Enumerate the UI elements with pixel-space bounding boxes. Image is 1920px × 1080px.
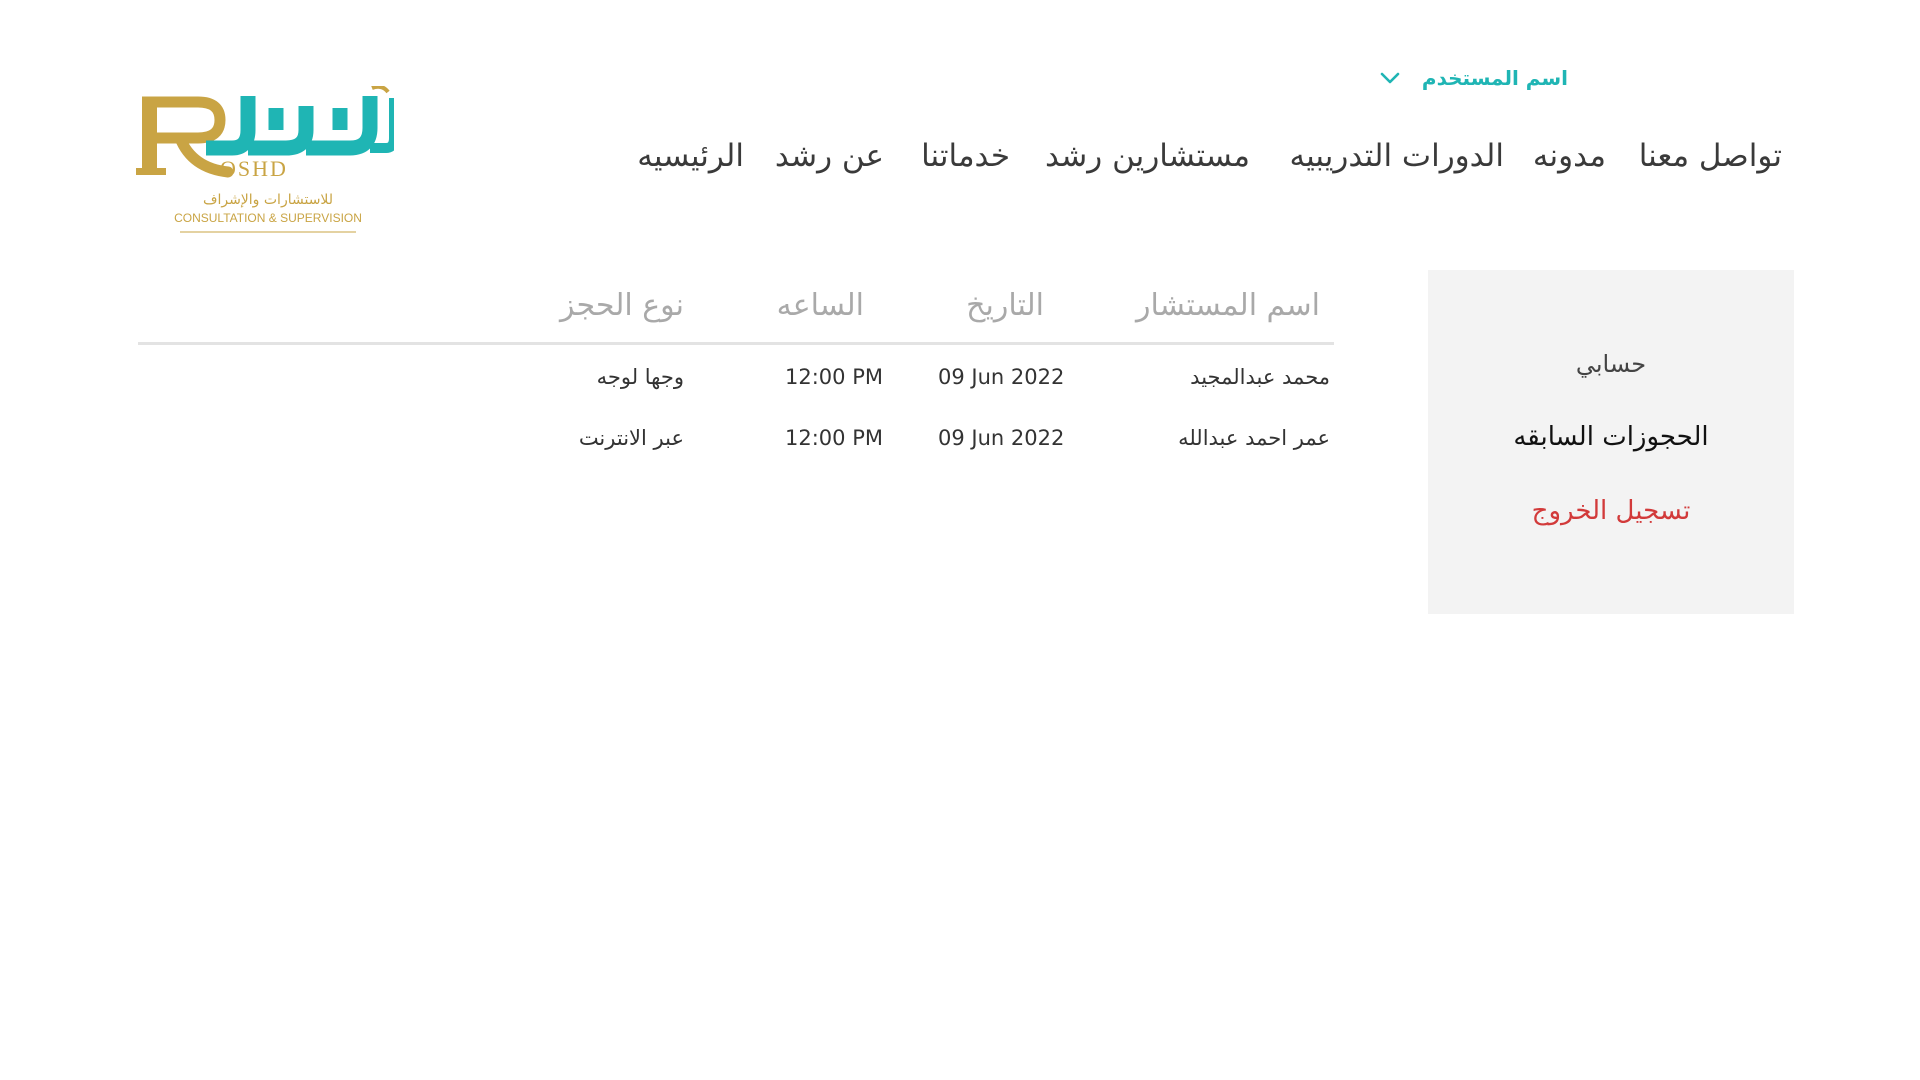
user-name[interactable]: اسم المستخدم <box>1422 66 1568 90</box>
logo-english-tagline: CONSULTATION & SUPERVISION <box>174 211 362 225</box>
header-date: التاريخ <box>966 288 1044 323</box>
cell-consultant: عمر احمد عبدالله <box>1178 426 1330 450</box>
cell-time: 12:00 PM <box>785 426 883 450</box>
nav-item-contact[interactable]: تواصل معنا <box>1639 138 1782 174</box>
bookings-table: اسم المستشار التاريخ الساعه نوع الحجز مح… <box>138 270 1334 467</box>
header-time: الساعه <box>776 288 864 323</box>
nav-item-about[interactable]: عن رشد <box>775 138 884 174</box>
sidebar-item-account[interactable]: حسابي <box>1428 350 1794 378</box>
sidebar-item-logout[interactable]: تسجيل الخروج <box>1428 496 1794 526</box>
cell-date: 09 Jun 2022 <box>938 365 1065 389</box>
nav-item-blog[interactable]: مدونه <box>1533 138 1606 174</box>
cell-consultant: محمد عبدالمجيد <box>1190 365 1330 389</box>
table-row: محمد عبدالمجيد 09 Jun 2022 12:00 PM وجها… <box>138 345 1334 406</box>
user-menu[interactable]: اسم المستخدم <box>1380 66 1568 90</box>
nav-item-home[interactable]: الرئيسيه <box>637 138 744 174</box>
cell-booking-type: وجها لوجه <box>596 365 684 389</box>
cell-booking-type: عبر الانترنت <box>578 426 684 450</box>
header-booking-type: نوع الحجز <box>559 288 684 323</box>
nav-item-courses[interactable]: الدورات التدريبيه <box>1289 138 1504 174</box>
cell-date: 09 Jun 2022 <box>938 426 1065 450</box>
header-consultant-name: اسم المستشار <box>1136 288 1320 323</box>
cell-time: 12:00 PM <box>785 365 883 389</box>
table-row: عمر احمد عبدالله 09 Jun 2022 12:00 PM عب… <box>138 406 1334 467</box>
nav-item-consultants[interactable]: مستشارين رشد <box>1045 138 1250 174</box>
account-sidebar: حسابي الحجوزات السابقه تسجيل الخروج <box>1428 270 1794 614</box>
chevron-down-icon[interactable] <box>1380 72 1400 84</box>
sidebar-item-previous-bookings[interactable]: الحجوزات السابقه <box>1428 422 1794 452</box>
logo-arabic-tagline: للاستشارات والإشراف <box>203 192 333 208</box>
table-header: اسم المستشار التاريخ الساعه نوع الحجز <box>138 270 1334 345</box>
roshd-logo[interactable]: OSHD للاستشارات والإشراف CONSULTATION & … <box>136 86 394 234</box>
logo-latin-text: OSHD <box>220 156 288 181</box>
nav-item-services[interactable]: خدماتنا <box>921 138 1010 174</box>
